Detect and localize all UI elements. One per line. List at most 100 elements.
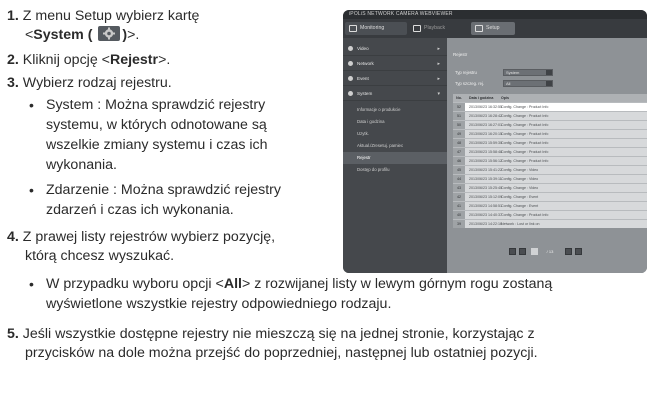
table-row[interactable]: 42 2013/06/23 15:12:09 Config. Change : Ev… <box>453 193 647 202</box>
table-row[interactable]: 49 2013/06/23 16:20:15 Config. Change : Pr… <box>453 130 647 139</box>
table-cell: 44 <box>453 175 465 183</box>
detail-type-select[interactable]: All <box>503 80 553 87</box>
submenu-upgrade-reset[interactable]: Aktual./Zresetuj. pamiec <box>343 140 447 152</box>
table-cell: 2013/06/23 14:22:16 <box>469 222 502 226</box>
step-4-number: 4. <box>7 229 19 245</box>
bullet-all-2: wyświetlone wszystkie rejestry odpowiedn… <box>46 296 392 312</box>
table-row[interactable]: 41 2013/06/23 14:58:51 Config. Change : Ev… <box>453 202 647 211</box>
menu-network[interactable]: Network ▸ <box>343 57 447 71</box>
log-type-label: Typ rejestru <box>455 70 477 75</box>
table-cell: Config. Change : Product Info <box>501 150 549 154</box>
table-cell: 51 <box>453 112 465 120</box>
table-row[interactable]: 52 2013/06/23 16:32:55 Config. Change : Pr… <box>453 103 647 112</box>
table-cell: 45 <box>453 166 465 174</box>
table-row[interactable]: 44 2013/06/23 15:39:11 Config. Change : Vi… <box>453 175 647 184</box>
page-count: / 13 <box>546 249 554 254</box>
table-cell: Config. Change : Product Info <box>501 105 549 109</box>
chevron-right-icon: ▸ <box>437 46 440 52</box>
prev-page-button[interactable] <box>519 248 526 255</box>
system-tab-label: System ( <box>33 27 93 43</box>
table-cell: Config. Change : Event <box>501 195 539 199</box>
table-cell: 2013/06/23 15:39:11 <box>469 177 502 181</box>
top-tab-bar: Monitoring Playback Setup <box>343 19 647 38</box>
step-1-number: 1. <box>7 8 19 24</box>
table-cell: 49 <box>453 130 465 138</box>
all-option-label: All <box>223 276 242 292</box>
table-cell: 42 <box>453 193 465 201</box>
table-row[interactable]: 50 2013/06/23 16:27:01 Config. Change : Pr… <box>453 121 647 130</box>
tab-playback[interactable]: Playback <box>409 22 461 35</box>
step-1-text: Z menu Setup wybierz kartę <box>22 8 200 24</box>
submenu-log[interactable]: Rejestr <box>343 152 447 164</box>
table-cell: 50 <box>453 121 465 129</box>
webviewer-title: iPOLiS NETWORK CAMERA WEBVIEWER <box>343 10 647 19</box>
step-2-end: >. <box>158 52 171 68</box>
chevron-down-icon: ▾ <box>437 91 440 97</box>
menu-video[interactable]: Video ▸ <box>343 42 447 56</box>
table-row[interactable]: 48 2013/06/23 15:59:30 Config. Change : Pr… <box>453 139 647 148</box>
table-cell: 2013/06/23 16:28:42 <box>469 114 502 118</box>
table-cell: 48 <box>453 139 465 147</box>
menu-event[interactable]: Event ▸ <box>343 72 447 86</box>
table-row[interactable]: 40 2013/06/23 14:40:37 Config. Change : Pr… <box>453 211 647 220</box>
table-cell: 43 <box>453 184 465 192</box>
table-cell: Config. Change : Product Info <box>501 132 549 136</box>
submenu-product-info[interactable]: Informacje o produkcie <box>343 104 447 116</box>
page-number-input[interactable] <box>531 248 538 255</box>
last-page-button[interactable] <box>575 248 582 255</box>
table-header: No. Data i godzina Opis <box>453 94 647 103</box>
step-3-text: Wybierz rodzaj rejestru. <box>22 75 172 91</box>
step-5-line-1: 5. Jeśli wszystkie dostępne rejestry nie… <box>7 325 535 344</box>
step-5-line-2: przycisków na dole można przejść do popr… <box>25 345 538 361</box>
setup-sidebar: Video ▸ Network ▸ Event ▸ System ▾ Informacj… <box>343 38 447 273</box>
gear-icon <box>348 91 353 96</box>
step-4-text: Z prawej listy rejestrów wybierz pozycję… <box>22 229 276 245</box>
tab-setup[interactable]: Setup <box>471 22 515 35</box>
menu-network-label: Network <box>357 61 374 66</box>
log-table: No. Data i godzina Opis 52 2013/06/23 16:32:… <box>453 94 647 228</box>
next-page-button[interactable] <box>565 248 572 255</box>
bullet-event-1: Zdarzenie : Można sprawdzić rejestry <box>46 182 281 198</box>
table-cell: Config. Change : Video <box>501 186 539 190</box>
table-cell: 2013/06/23 15:41:22 <box>469 168 502 172</box>
submenu-user[interactable]: Uzytk. <box>343 128 447 140</box>
table-cell: Config. Change : Video <box>501 177 539 181</box>
menu-system[interactable]: System ▾ <box>343 87 447 101</box>
log-type-value: System <box>506 70 520 75</box>
table-row[interactable]: 51 2013/06/23 16:28:42 Config. Change : Pr… <box>453 112 647 121</box>
playback-icon <box>413 25 421 32</box>
dropdown-icon <box>546 70 552 75</box>
monitor-icon <box>349 25 357 32</box>
submenu-profile-access[interactable]: Dostęp do profilu <box>343 164 447 176</box>
table-cell: Config. Change : Event <box>501 204 539 208</box>
dropdown-icon <box>546 81 552 86</box>
table-cell: 2013/06/23 15:56:12 <box>469 159 502 163</box>
step-1-gt: >. <box>127 27 140 43</box>
table-cell: 2013/06/23 15:58:48 <box>469 150 502 154</box>
table-row[interactable]: 43 2013/06/23 15:25:40 Config. Change : Vi… <box>453 184 647 193</box>
table-row[interactable]: 39 2013/06/23 14:22:16 Network : Lost or l… <box>453 220 647 228</box>
table-cell: 39 <box>453 220 465 228</box>
table-cell: 2013/06/23 16:27:01 <box>469 123 502 127</box>
step-4-line-2: którą chcesz wyszukać. <box>25 248 175 264</box>
table-row[interactable]: 46 2013/06/23 15:56:12 Config. Change : Pr… <box>453 157 647 166</box>
gear-icon <box>98 26 121 41</box>
step-3-number: 3. <box>7 75 19 91</box>
table-row[interactable]: 45 2013/06/23 15:41:22 Config. Change : Vi… <box>453 166 647 175</box>
log-type-select[interactable]: System <box>503 69 553 76</box>
bullet-system-4: wykonania. <box>46 157 117 173</box>
step-2: 2. Kliknij opcję <Rejestr>. <box>7 51 170 70</box>
log-screen-screenshot: iPOLiS NETWORK CAMERA WEBVIEWER Monitori… <box>343 10 647 273</box>
tab-monitoring[interactable]: Monitoring <box>345 22 407 35</box>
table-row[interactable]: 47 2013/06/23 15:58:48 Config. Change : Pr… <box>453 148 647 157</box>
table-cell: 41 <box>453 202 465 210</box>
menu-event-label: Event <box>357 76 369 81</box>
table-cell: Config. Change : Video <box>501 168 539 172</box>
table-cell: 2013/06/23 14:58:51 <box>469 204 502 208</box>
table-cell: Opis <box>501 96 509 100</box>
table-cell: Config. Change : Product Info <box>501 159 549 163</box>
submenu-date-time[interactable]: Data i godzina <box>343 116 447 128</box>
step-2-text: Kliknij opcję < <box>22 52 110 68</box>
setup-icon <box>475 25 483 32</box>
first-page-button[interactable] <box>509 248 516 255</box>
